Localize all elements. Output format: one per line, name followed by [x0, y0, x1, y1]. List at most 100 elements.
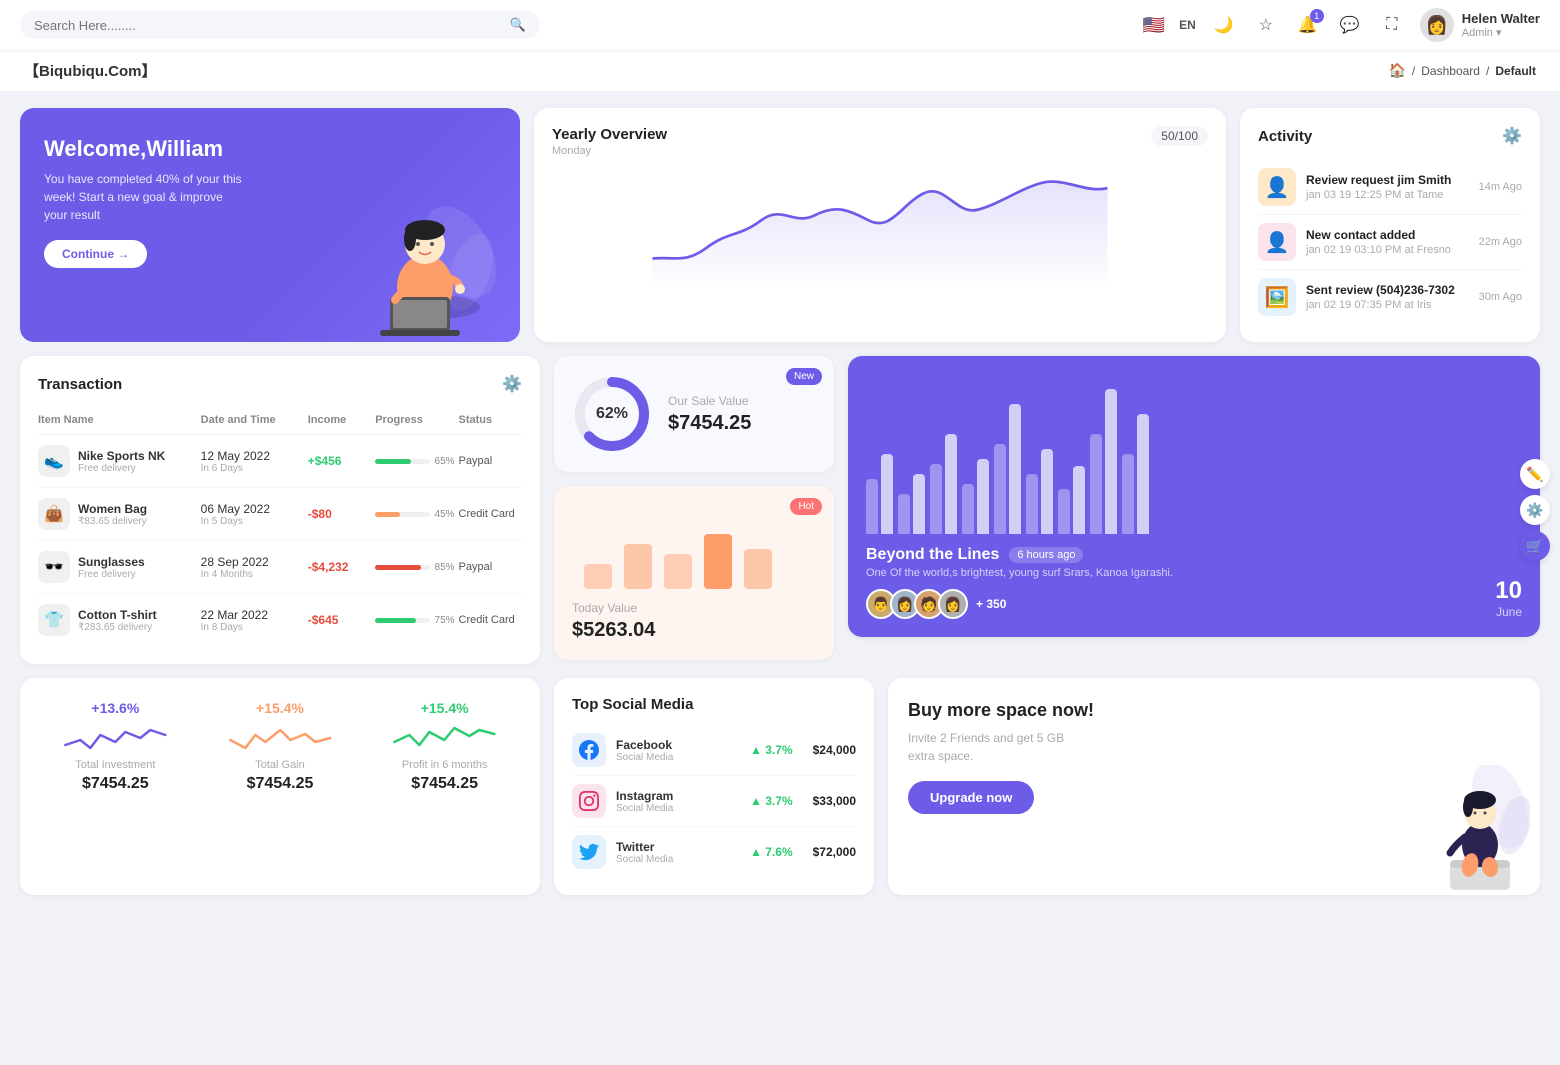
home-icon[interactable]: 🏠: [1388, 62, 1405, 79]
social-info-fb: Facebook Social Media: [616, 738, 740, 763]
search-icon: 🔍: [510, 17, 526, 33]
tw-amount: $72,000: [813, 845, 856, 859]
transaction-settings-icon[interactable]: ⚙️: [502, 374, 522, 394]
date-sub-3: In 4 Months: [201, 569, 304, 580]
activity-card: Activity ⚙️ 👤 Review request jim Smith j…: [1240, 108, 1540, 342]
side-icon-1[interactable]: ✏️: [1520, 459, 1550, 489]
user-role: Admin ▾: [1462, 26, 1540, 39]
lang-label[interactable]: EN: [1179, 18, 1196, 32]
side-icon-3[interactable]: 🛒: [1520, 531, 1550, 561]
yearly-chart: [552, 161, 1208, 291]
item-name-4: Cotton T-shirt: [78, 608, 157, 622]
social-card: Top Social Media Facebook Social Media ▲…: [554, 678, 874, 895]
fb-amount: $24,000: [813, 743, 856, 757]
tw-name: Twitter: [616, 840, 740, 854]
item-icon-2: 👜: [38, 498, 70, 530]
activity-time-3: 30m Ago: [1479, 291, 1522, 303]
today-badge: Hot: [790, 498, 822, 515]
tw-icon: [572, 835, 606, 869]
fullscreen-icon[interactable]: ⛶: [1378, 11, 1406, 39]
activity-name-1: Review request jim Smith: [1306, 173, 1469, 187]
activity-sub-3: jan 02 19 07:35 PM at Iris: [1306, 299, 1469, 311]
sparkline-2: [203, 720, 358, 756]
ig-pct: ▲ 3.7%: [750, 794, 793, 808]
date-num: 10: [1495, 577, 1522, 605]
flag-icon: 🇺🇸: [1143, 15, 1165, 36]
income-4: -$645: [308, 613, 371, 627]
ig-name: Instagram: [616, 789, 740, 803]
col-date: Date and Time: [201, 414, 304, 426]
chat-icon[interactable]: 💬: [1336, 11, 1364, 39]
bar-chart-sub: One Of the world,s brightest, young surf…: [866, 567, 1522, 579]
activity-list: 👤 Review request jim Smith jan 03 19 12:…: [1258, 160, 1522, 324]
stat-item-1: +13.6% Total Investment $7454.25: [38, 700, 193, 873]
bar-chart-wrapper: Beyond the Lines 6 hours ago One Of the …: [848, 356, 1540, 664]
breadcrumb-bar: 【Biqubiqu.Com】 🏠 / Dashboard / Default: [0, 50, 1560, 92]
user-menu[interactable]: 👩 Helen Walter Admin ▾: [1420, 8, 1540, 42]
yearly-header: Yearly Overview Monday 50/100: [552, 126, 1208, 157]
social-info-ig: Instagram Social Media: [616, 789, 740, 814]
sale-badge: New: [786, 368, 822, 385]
activity-settings-icon[interactable]: ⚙️: [1502, 126, 1522, 146]
date-2: 06 May 2022: [201, 502, 304, 516]
table-row: 👟 Nike Sports NK Free delivery 12 May 20…: [38, 435, 522, 488]
row3: +13.6% Total Investment $7454.25 +15.4% …: [20, 678, 1540, 895]
breadcrumb-dashboard[interactable]: Dashboard: [1421, 64, 1480, 78]
activity-item-3: 🖼️ Sent review (504)236-7302 jan 02 19 0…: [1258, 270, 1522, 324]
continue-button[interactable]: Continue →: [44, 240, 147, 268]
yearly-subtitle: Monday: [552, 145, 667, 157]
notifications-icon[interactable]: 🔔 1: [1294, 11, 1322, 39]
item-name-2: Women Bag: [78, 502, 147, 516]
search-bar[interactable]: 🔍: [20, 11, 540, 39]
yearly-badge: 50/100: [1151, 126, 1208, 146]
ig-icon: [572, 784, 606, 818]
brand-logo: 【Biqubiqu.Com】: [24, 60, 156, 81]
stat-value-3: $7454.25: [367, 775, 522, 793]
theme-toggle[interactable]: 🌙: [1210, 11, 1238, 39]
welcome-greeting: Welcome,William: [44, 136, 496, 162]
stat-label-1: Total Investment: [38, 759, 193, 771]
stat-value-2: $7454.25: [203, 775, 358, 793]
upgrade-illustration: [1390, 765, 1530, 895]
item-name-1: Nike Sports NK: [78, 449, 165, 463]
income-3: -$4,232: [308, 560, 371, 574]
activity-item-2: 👤 New contact added jan 02 19 03:10 PM a…: [1258, 215, 1522, 270]
activity-text-2: New contact added jan 02 19 03:10 PM at …: [1306, 228, 1469, 256]
fb-icon: [572, 733, 606, 767]
welcome-illustration: [330, 182, 510, 342]
upgrade-title: Buy more space now!: [908, 700, 1520, 721]
transaction-card: Transaction ⚙️ Item Name Date and Time I…: [20, 356, 540, 664]
social-item-tw: Twitter Social Media ▲ 7.6% $72,000: [572, 827, 856, 877]
breadcrumb-current: Default: [1495, 64, 1536, 78]
activity-text-3: Sent review (504)236-7302 jan 02 19 07:3…: [1306, 283, 1469, 311]
activity-text-1: Review request jim Smith jan 03 19 12:25…: [1306, 173, 1469, 201]
upgrade-button[interactable]: Upgrade now: [908, 781, 1034, 814]
item-icon-4: 👕: [38, 604, 70, 636]
stats-card: +13.6% Total Investment $7454.25 +15.4% …: [20, 678, 540, 895]
progress-4: 75%: [375, 615, 454, 626]
item-name-3: Sunglasses: [78, 555, 145, 569]
bar-chart-time: 6 hours ago: [1009, 547, 1083, 563]
bar-card-footer: Beyond the Lines 6 hours ago One Of the …: [866, 546, 1522, 619]
donut-label: 62%: [596, 405, 628, 423]
side-icon-2[interactable]: ⚙️: [1520, 495, 1550, 525]
date-corner: 10 June: [1495, 577, 1522, 619]
progress-3: 85%: [375, 562, 454, 573]
upgrade-sub: Invite 2 Friends and get 5 GB extra spac…: [908, 729, 1088, 765]
favorites-icon[interactable]: ☆: [1252, 11, 1280, 39]
table-row-2: 👜 Women Bag ₹83.65 delivery 06 May 2022 …: [38, 488, 522, 541]
social-info-tw: Twitter Social Media: [616, 840, 740, 865]
notification-badge: 1: [1310, 9, 1324, 23]
item-info-1: 👟 Nike Sports NK Free delivery: [38, 445, 197, 477]
today-amount: $5263.04: [572, 619, 816, 642]
activity-thumb-3: 🖼️: [1258, 278, 1296, 316]
search-input[interactable]: [34, 18, 502, 33]
avatar: 👩: [1420, 8, 1454, 42]
date-month: June: [1495, 605, 1522, 619]
stat-value-1: $7454.25: [38, 775, 193, 793]
donut-chart: 62%: [572, 374, 652, 454]
table-header: Item Name Date and Time Income Progress …: [38, 406, 522, 435]
today-label: Today Value: [572, 601, 816, 615]
col-progress: Progress: [375, 414, 454, 426]
activity-thumb-1: 👤: [1258, 168, 1296, 206]
